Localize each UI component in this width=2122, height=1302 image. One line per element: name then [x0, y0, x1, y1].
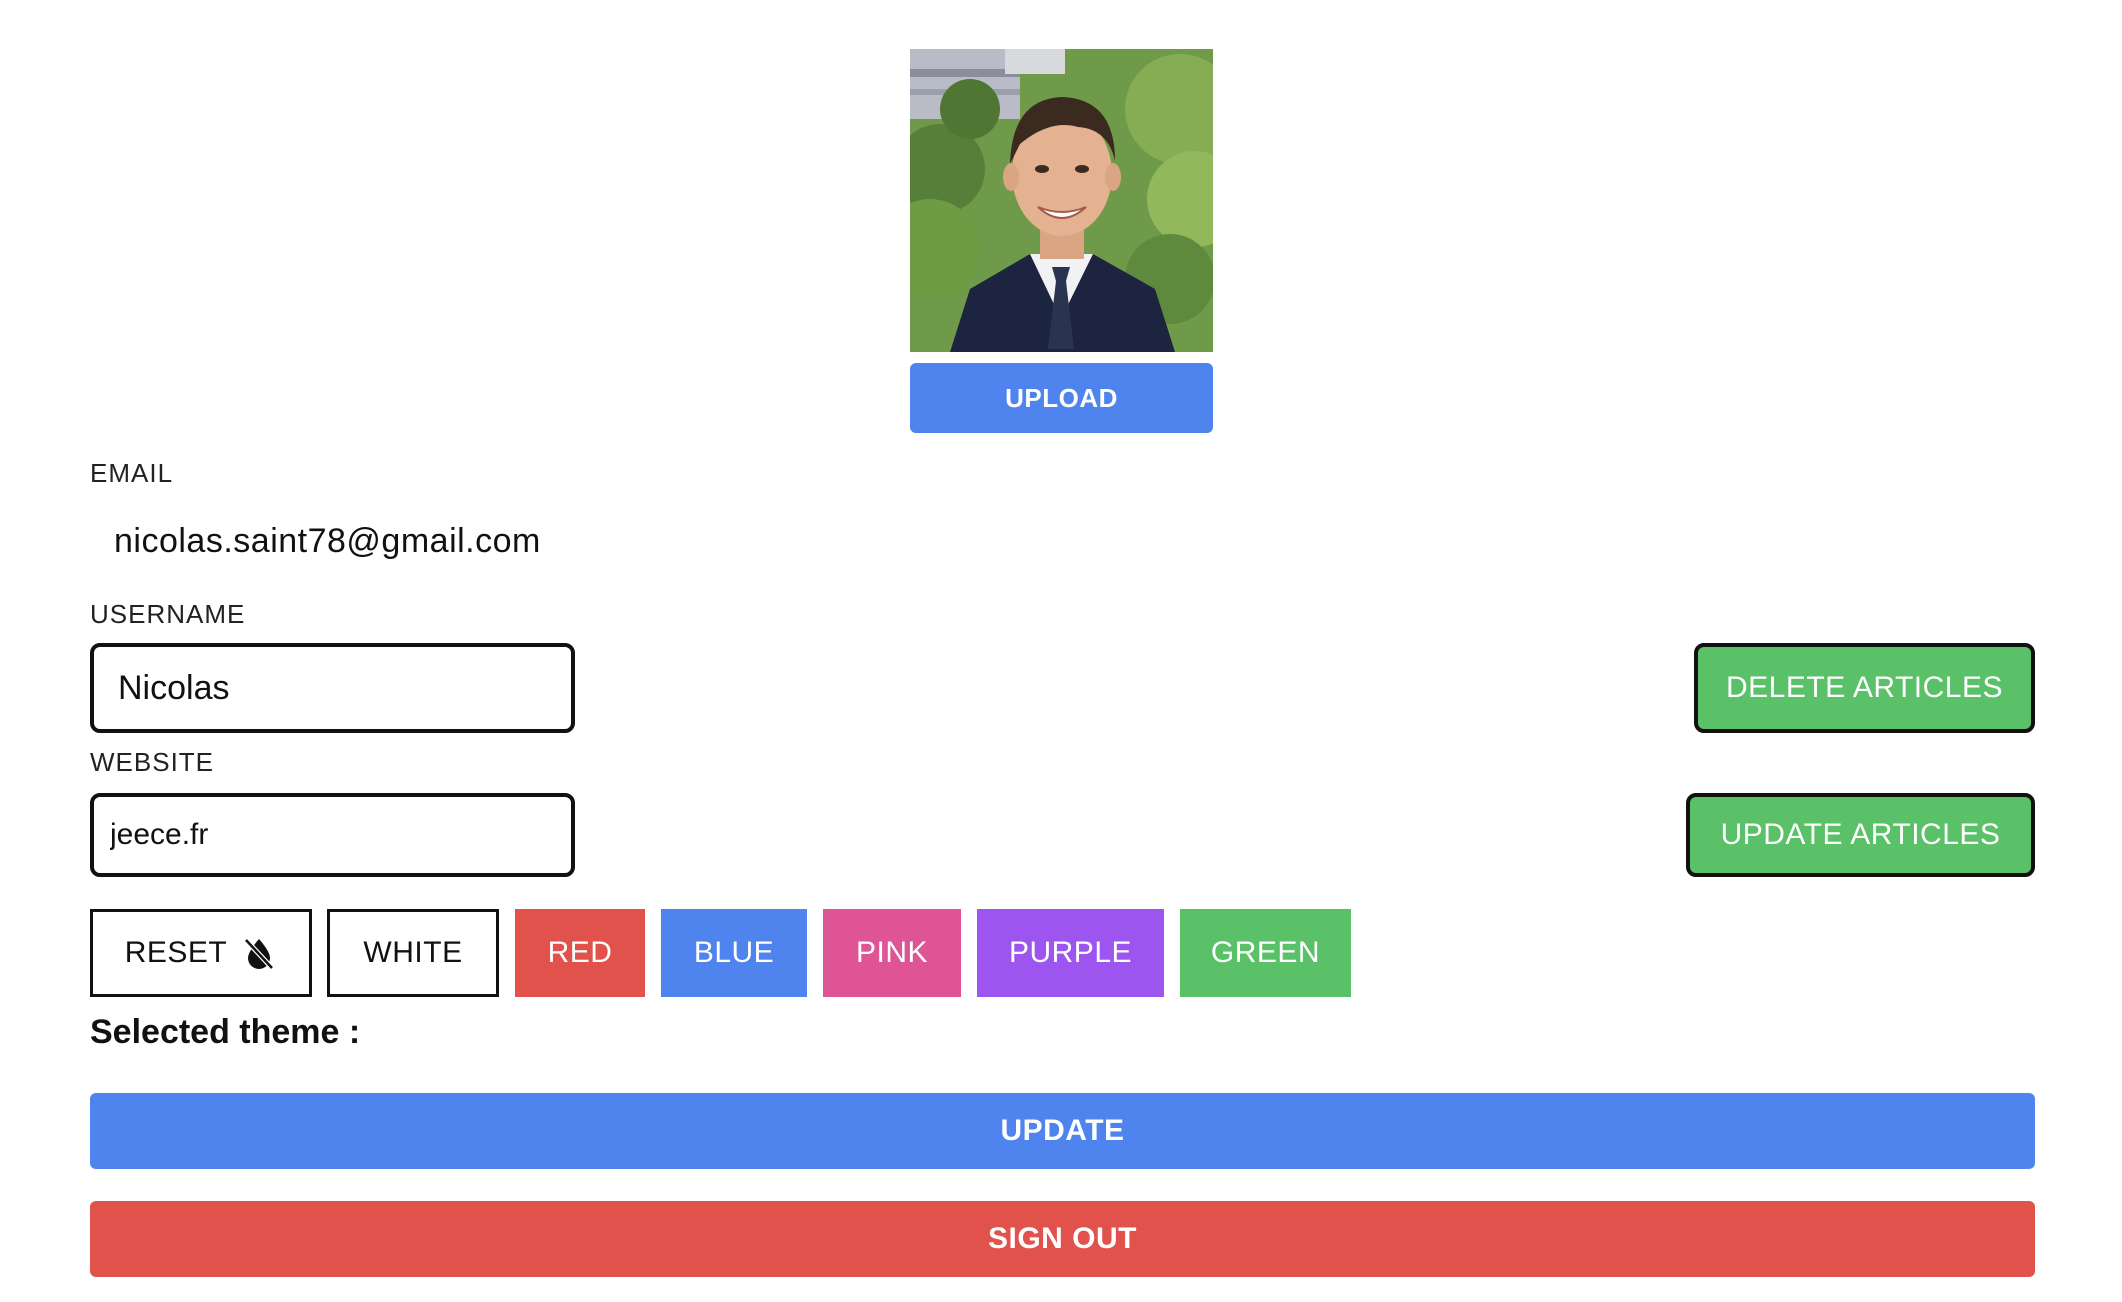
update-button[interactable]: UPDATE: [90, 1093, 2035, 1169]
email-value: nicolas.saint78@gmail.com: [114, 522, 541, 560]
username-label: USERNAME: [90, 599, 246, 629]
delete-articles-button[interactable]: DELETE ARTICLES: [1694, 643, 2035, 733]
upload-button[interactable]: UPLOAD: [910, 363, 1213, 433]
sign-out-button[interactable]: SIGN OUT: [90, 1201, 2035, 1277]
theme-pink-button[interactable]: PINK: [823, 909, 961, 997]
theme-white-button[interactable]: WHITE: [327, 909, 499, 997]
website-field[interactable]: [90, 793, 575, 877]
profile-photo: [910, 49, 1213, 352]
theme-red-button[interactable]: RED: [515, 909, 645, 997]
selected-theme-label: Selected theme :: [90, 1013, 361, 1051]
email-label: EMAIL: [90, 458, 174, 488]
theme-purple-button[interactable]: PURPLE: [977, 909, 1164, 997]
reset-theme-button[interactable]: RESET: [90, 909, 312, 997]
username-field[interactable]: [90, 643, 575, 733]
update-articles-button[interactable]: UPDATE ARTICLES: [1686, 793, 2035, 877]
reset-theme-label: RESET: [124, 936, 228, 969]
no-drop-icon: [241, 935, 277, 971]
website-label: WEBSITE: [90, 747, 215, 777]
theme-blue-button[interactable]: BLUE: [661, 909, 807, 997]
theme-green-button[interactable]: GREEN: [1180, 909, 1351, 997]
